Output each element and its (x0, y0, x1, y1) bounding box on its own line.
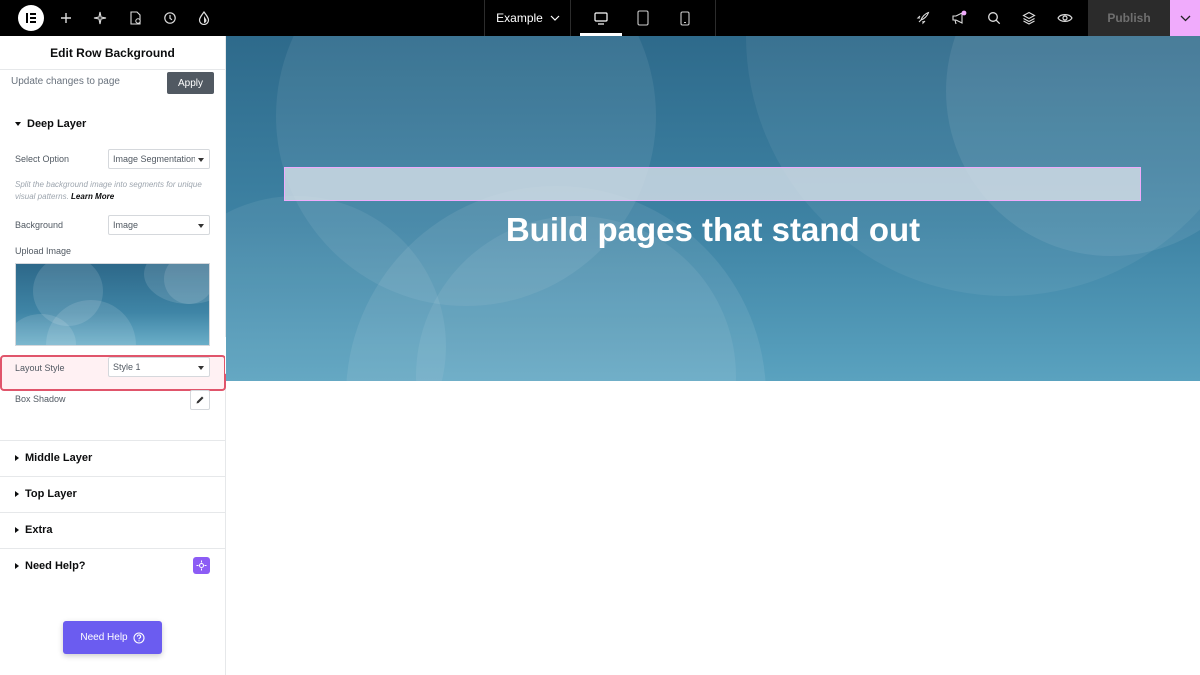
caret-down-icon (15, 122, 21, 126)
need-help-label: Need Help (80, 632, 128, 643)
settings-panel: Edit Row Background Update changes to pa… (0, 36, 226, 675)
tablet-icon[interactable] (632, 0, 654, 36)
apply-button[interactable]: Apply (167, 72, 214, 94)
middle-layer-section-toggle[interactable]: Middle Layer (15, 452, 92, 464)
search-icon[interactable] (984, 0, 1004, 36)
history-icon[interactable] (160, 0, 180, 36)
desktop-icon[interactable] (590, 0, 612, 36)
caret-right-icon (15, 527, 19, 533)
panel-title: Edit Row Background (0, 36, 225, 70)
divider (0, 440, 225, 441)
publish-options-button[interactable] (1170, 0, 1200, 36)
upload-image-label: Upload Image (15, 246, 72, 256)
background-dropdown[interactable]: Image (108, 215, 210, 235)
question-circle-icon (133, 631, 145, 644)
section-title: Need Help? (25, 560, 86, 572)
background-value: Image (113, 220, 139, 230)
help-text: Split the background image into segments… (15, 179, 215, 203)
chevron-down-icon (1180, 15, 1190, 21)
announcements-icon[interactable] (948, 0, 970, 36)
select-option-value: Image Segmentation (113, 154, 197, 164)
divider (0, 476, 225, 477)
divider (0, 548, 225, 549)
need-help-button[interactable]: Need Help (63, 621, 162, 654)
editor-canvas: Build pages that stand out (226, 36, 1200, 675)
pencil-icon (196, 396, 204, 404)
help-badge-icon (193, 557, 210, 574)
box-shadow-edit-button[interactable] (190, 390, 210, 410)
layout-style-value: Style 1 (113, 362, 141, 372)
structure-icon[interactable] (1019, 0, 1039, 36)
separator (715, 0, 716, 36)
elementor-logo-icon[interactable] (18, 5, 44, 31)
learn-more-link[interactable]: Learn More (71, 192, 114, 201)
section-title: Extra (25, 524, 53, 536)
caret-down-icon (198, 158, 204, 162)
update-changes-text: Update changes to page (11, 76, 120, 87)
site-settings-icon[interactable] (194, 0, 214, 36)
hero-section[interactable]: Build pages that stand out (226, 36, 1200, 381)
ai-sparkle-icon[interactable] (90, 0, 110, 36)
mobile-icon[interactable] (674, 0, 696, 36)
layout-style-label: Layout Style (15, 363, 65, 373)
extra-section-toggle[interactable]: Extra (15, 524, 53, 536)
separator (570, 0, 571, 36)
publish-button[interactable]: Publish (1088, 0, 1170, 36)
page-selector[interactable]: Example (486, 0, 570, 36)
section-title: Middle Layer (25, 452, 93, 464)
layout-style-dropdown[interactable]: Style 1 (108, 357, 210, 377)
hero-heading[interactable]: Build pages that stand out (226, 211, 1200, 249)
caret-down-icon (198, 224, 204, 228)
caret-down-icon (198, 366, 204, 370)
launch-icon[interactable] (912, 0, 934, 36)
caret-right-icon (15, 491, 19, 497)
select-option-dropdown[interactable]: Image Segmentation (108, 149, 210, 169)
background-label: Background (15, 220, 64, 230)
preview-icon[interactable] (1055, 0, 1075, 36)
top-bar: Example Publish (0, 0, 1200, 36)
top-layer-section-toggle[interactable]: Top Layer (15, 488, 77, 500)
caret-right-icon (15, 455, 19, 461)
add-icon[interactable] (56, 0, 76, 36)
select-option-label: Select Option (15, 154, 70, 164)
page-settings-icon[interactable] (125, 0, 145, 36)
deep-layer-heading: Deep Layer (27, 118, 87, 130)
chevron-down-icon (550, 15, 560, 21)
selected-element-placeholder[interactable] (284, 167, 1141, 201)
page-name: Example (496, 11, 543, 25)
separator (484, 0, 485, 36)
deep-layer-section-toggle[interactable]: Deep Layer (15, 118, 86, 130)
section-title: Top Layer (25, 488, 77, 500)
need-help-section-toggle[interactable]: Need Help? (15, 560, 86, 572)
caret-right-icon (15, 563, 19, 569)
divider (0, 512, 225, 513)
box-shadow-label: Box Shadow (15, 394, 66, 404)
background-image-preview[interactable] (15, 263, 210, 346)
